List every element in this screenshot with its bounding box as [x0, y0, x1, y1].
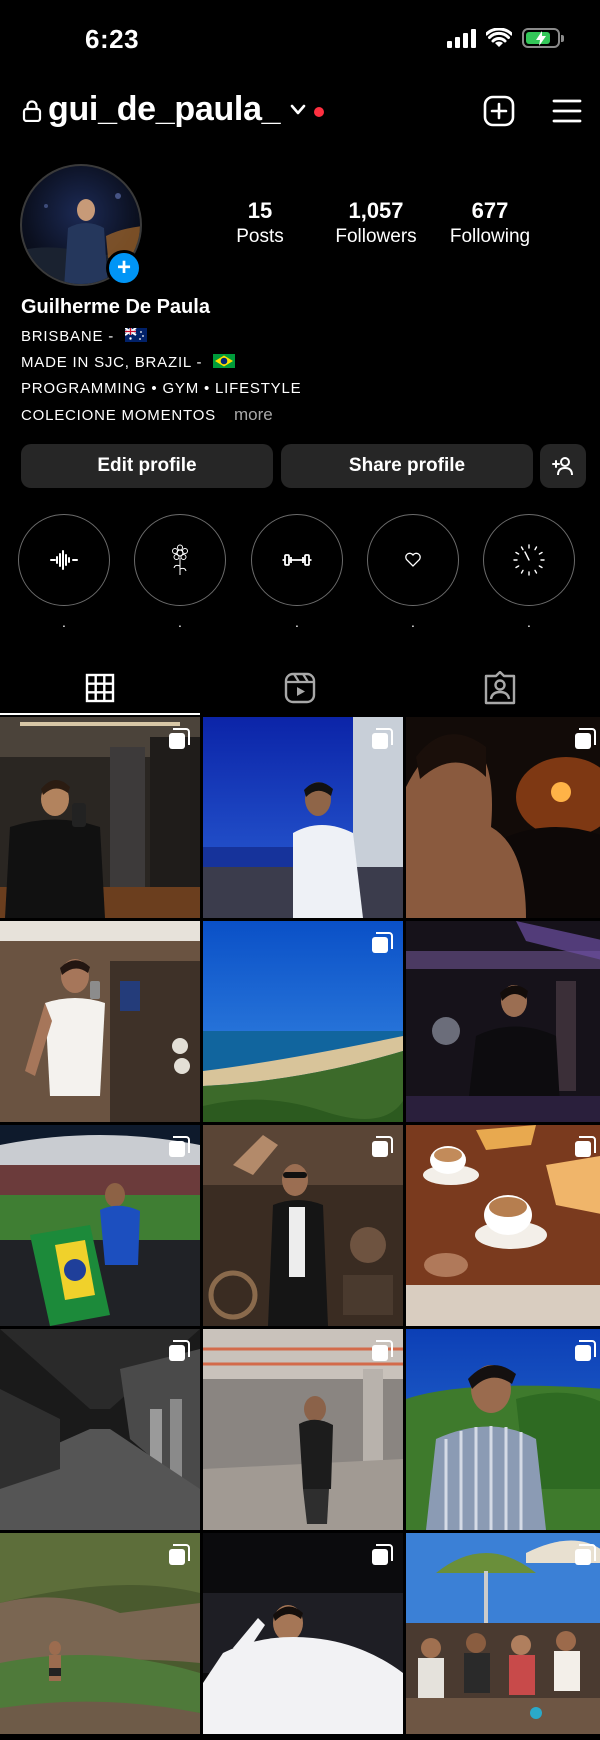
multiple-photos-icon [575, 1544, 596, 1565]
multiple-photos-icon [372, 1136, 393, 1157]
highlight-label: . [178, 614, 182, 630]
story-highlight-4[interactable] [367, 514, 459, 606]
brazil-flag-icon [213, 354, 236, 368]
multiple-photos-icon [372, 1340, 393, 1361]
posts-count: 15 [247, 198, 273, 223]
add-story-icon[interactable]: + [106, 250, 142, 286]
multiple-photos-icon [169, 728, 190, 749]
post-thumbnail[interactable] [203, 1533, 403, 1734]
multiple-photos-icon [169, 1136, 190, 1157]
add-person-icon [552, 457, 573, 476]
post-thumbnail[interactable] [406, 1125, 600, 1326]
post-thumbnail[interactable] [0, 1329, 200, 1530]
story-highlight-2[interactable] [134, 514, 226, 606]
multiple-photos-icon [372, 728, 393, 749]
highlight-label: . [295, 614, 299, 630]
followers-label: Followers [335, 226, 417, 247]
bio-line-1: BRISBANE - [21, 328, 147, 345]
wifi-icon [486, 28, 512, 47]
profile-header: gui_de_paula_ [0, 90, 600, 132]
multiple-photos-icon [575, 728, 596, 749]
grid-icon [85, 673, 115, 703]
post-thumbnail[interactable] [203, 1329, 403, 1530]
post-thumbnail[interactable] [406, 1533, 600, 1734]
multiple-photos-icon [575, 1340, 596, 1361]
post-thumbnail[interactable] [203, 717, 403, 918]
share-profile-button[interactable]: Share profile [281, 444, 533, 488]
multiple-photos-icon [372, 1544, 393, 1565]
active-tab-indicator [0, 713, 200, 715]
posts-grid [0, 717, 600, 1734]
bio-line-4: COLECIONE MOMENTOS more [21, 405, 273, 425]
followers-count: 1,057 [348, 198, 404, 223]
post-thumbnail[interactable] [406, 1329, 600, 1530]
chevron-down-icon[interactable] [290, 104, 306, 116]
bio-text: MADE IN SJC, BRAZIL - [21, 354, 203, 371]
tagged-icon [484, 671, 516, 705]
edit-profile-button[interactable]: Edit profile [21, 444, 273, 488]
bio-text: COLECIONE MOMENTOS [21, 407, 216, 424]
highlight-label: . [527, 614, 531, 630]
profile-stats: 15 Posts 1,057 Followers 677 Following [230, 198, 590, 258]
multiple-photos-icon [575, 1136, 596, 1157]
post-thumbnail[interactable] [203, 1125, 403, 1326]
notification-dot [314, 107, 324, 117]
profile-avatar[interactable]: + [20, 164, 142, 286]
following-label: Following [449, 226, 531, 247]
story-highlight-5[interactable] [483, 514, 575, 606]
reels-icon [284, 672, 316, 704]
post-thumbnail[interactable] [0, 921, 200, 1122]
sound-wave-icon [50, 550, 78, 570]
username[interactable]: gui_de_paula_ [48, 90, 281, 129]
stat-followers[interactable]: 1,057 Followers [316, 198, 436, 248]
post-thumbnail[interactable] [0, 1125, 200, 1326]
menu-icon[interactable] [552, 98, 582, 124]
stat-posts[interactable]: 15 Posts [210, 198, 310, 248]
signal-icon [447, 28, 476, 48]
dumbbell-icon [282, 554, 312, 566]
australia-flag-icon [125, 328, 147, 342]
discover-people-button[interactable] [540, 444, 586, 488]
battery-icon [522, 28, 564, 48]
heart-icon [405, 552, 421, 567]
post-thumbnail[interactable] [0, 1533, 200, 1734]
more-link[interactable]: more [234, 405, 273, 424]
highlight-label: . [411, 614, 415, 630]
following-count: 677 [471, 198, 509, 223]
highlight-label: . [62, 614, 66, 630]
flower-icon [172, 544, 188, 575]
post-thumbnail[interactable] [203, 921, 403, 1122]
post-thumbnail[interactable] [0, 717, 200, 918]
multiple-photos-icon [372, 932, 393, 953]
profile-page: 6:23 gui_de_paula_ + 15 Posts 1,057 Foll… [0, 0, 600, 1740]
lock-icon [22, 100, 42, 122]
posts-label: Posts [236, 226, 284, 247]
bio-line-3: PROGRAMMING • GYM • LIFESTYLE [21, 380, 302, 397]
multiple-photos-icon [169, 1340, 190, 1361]
tab-reels[interactable] [200, 660, 400, 716]
status-icons [447, 28, 564, 48]
bio-line-2: MADE IN SJC, BRAZIL - [21, 354, 236, 371]
post-thumbnail[interactable] [406, 921, 600, 1122]
bio-text: BRISBANE - [21, 328, 115, 345]
create-post-icon[interactable] [483, 95, 515, 127]
tab-posts-grid[interactable] [0, 660, 200, 716]
stat-following[interactable]: 677 Following [430, 198, 550, 248]
post-thumbnail[interactable] [406, 717, 600, 918]
multiple-photos-icon [169, 1544, 190, 1565]
status-time: 6:23 [85, 24, 140, 54]
story-highlight-1[interactable] [18, 514, 110, 606]
clock-icon [513, 544, 545, 576]
story-highlight-3[interactable] [251, 514, 343, 606]
status-bar: 6:23 [0, 0, 600, 84]
tab-tagged[interactable] [400, 660, 600, 716]
profile-name: Guilherme De Paula [21, 296, 210, 318]
